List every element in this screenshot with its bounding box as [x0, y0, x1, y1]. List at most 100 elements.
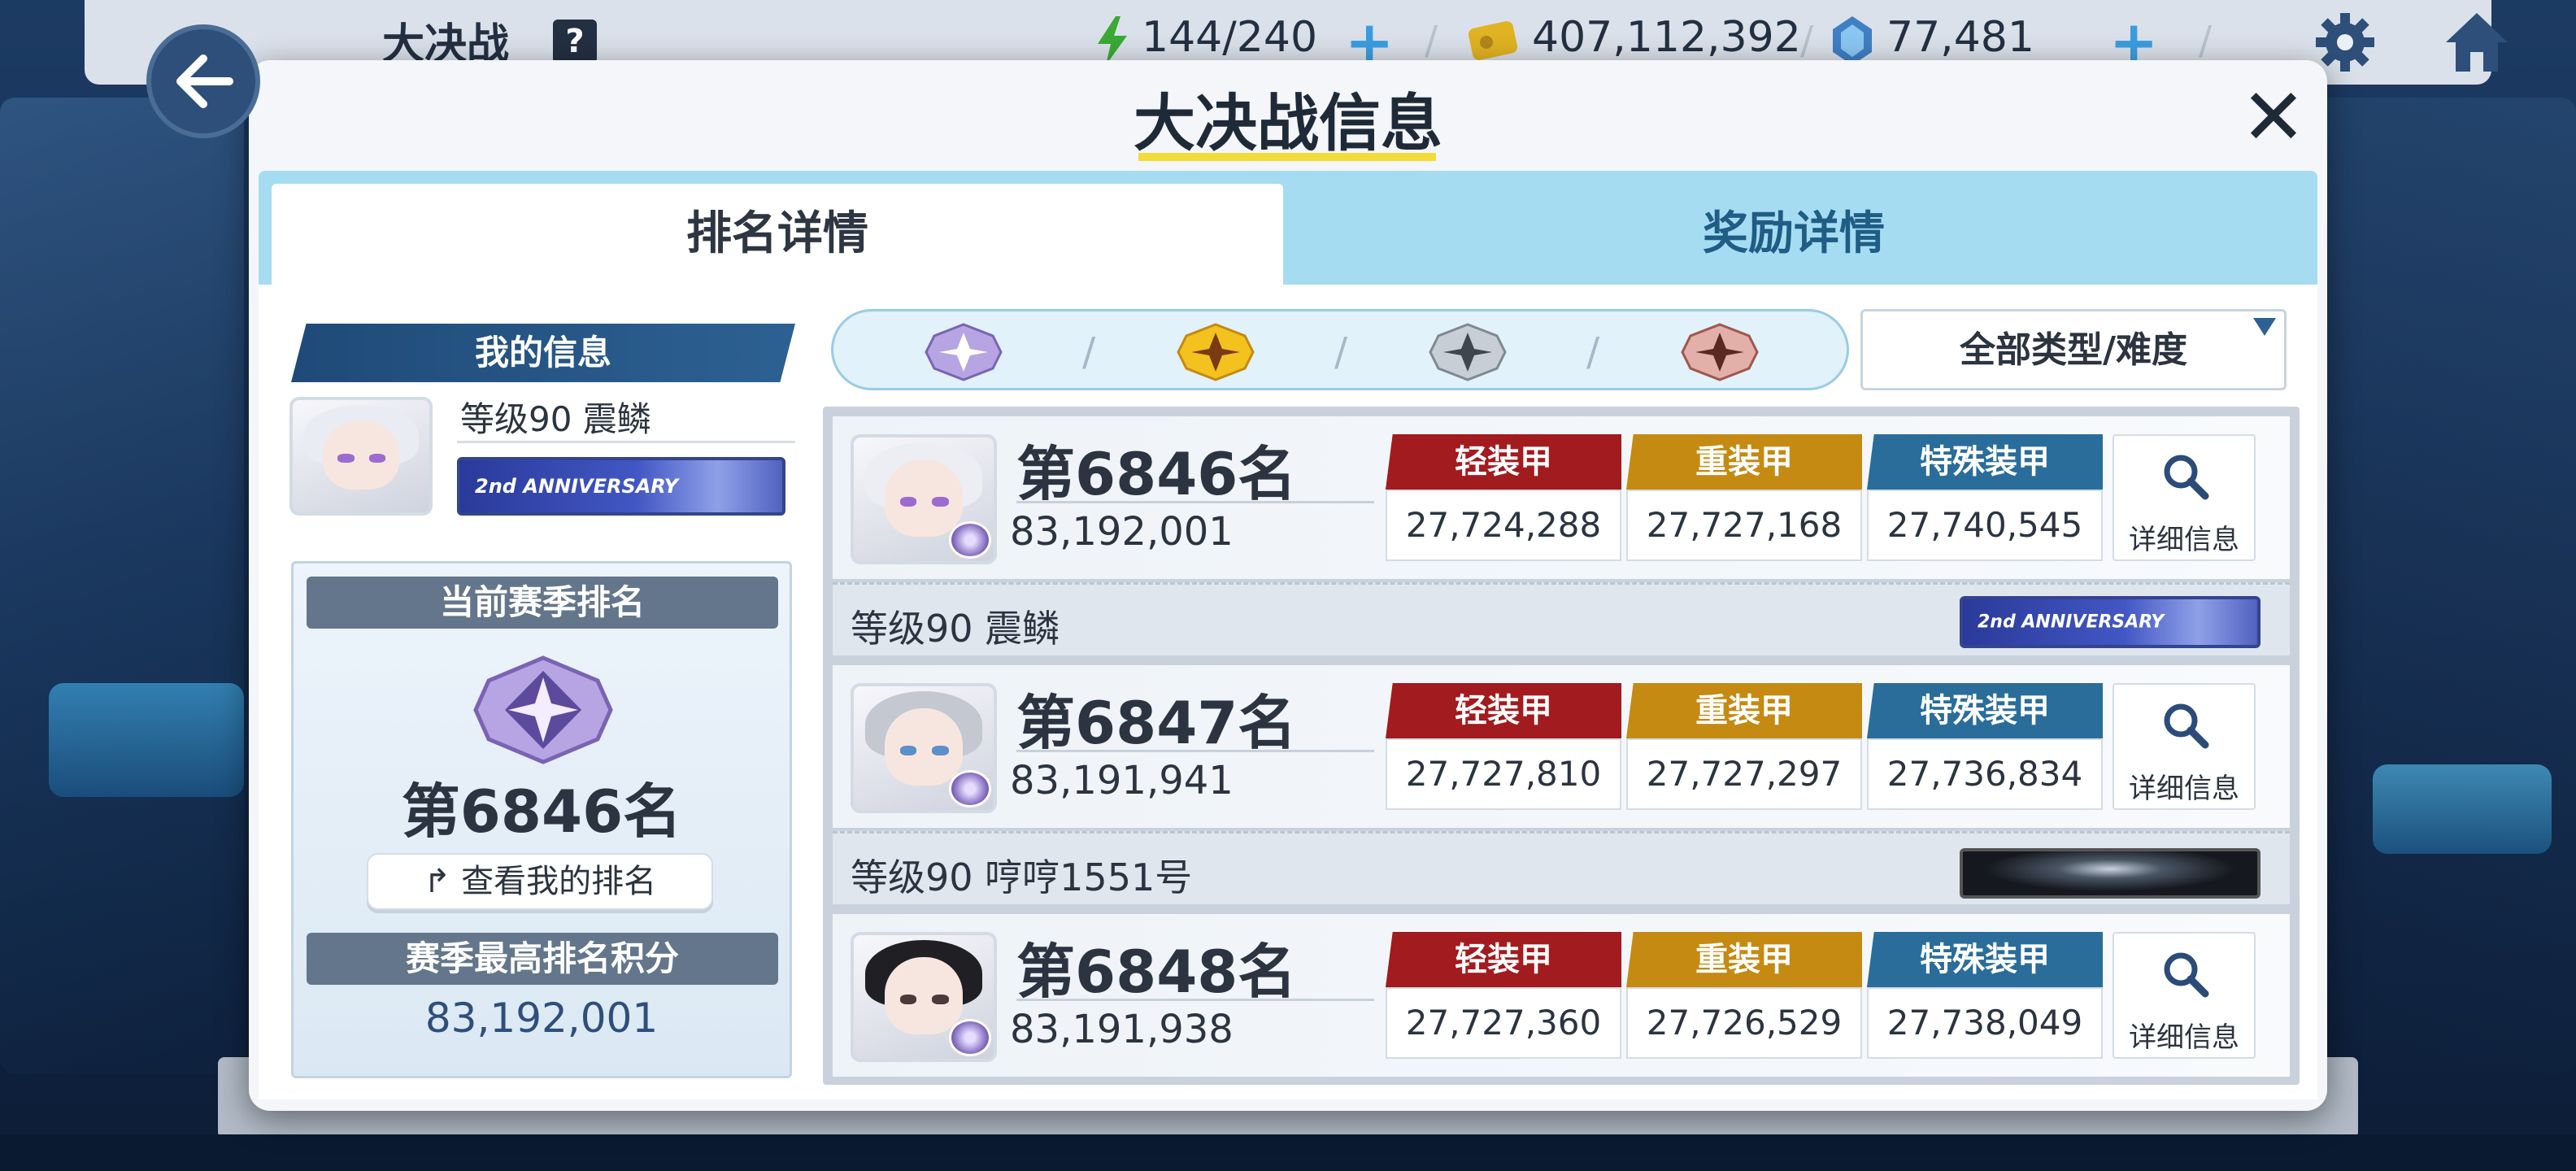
- view-my-rank-label: 查看我的排名: [461, 863, 657, 900]
- entry-footer: 等级90 震鳞 2nd ANNIVERSARY: [833, 582, 2290, 655]
- rank-list[interactable]: 第6846名 83,192,001 轻装甲 27,724,288 重装甲 27,…: [823, 407, 2300, 1085]
- armor-value: 27,736,834: [1867, 738, 2103, 810]
- entry-level-name: 等级90 哼哼1551号: [851, 855, 1193, 899]
- entry-score: 83,192,001: [1010, 509, 1234, 555]
- my-avatar: [289, 397, 433, 516]
- close-icon[interactable]: ✕: [2233, 78, 2314, 159]
- share-arrow-icon: ↱: [423, 863, 462, 900]
- gem-icon: [1833, 16, 1872, 65]
- season-rank-header: 当前赛季排名: [307, 577, 778, 629]
- armor-label: 特殊装甲: [1867, 434, 2103, 490]
- dropdown-arrow-icon: [2253, 318, 2276, 336]
- armor-value: 27,727,810: [1386, 738, 1621, 810]
- help-icon[interactable]: ?: [553, 20, 597, 63]
- armor-label: 轻装甲: [1386, 434, 1621, 490]
- purple-emblem-icon: [473, 655, 613, 764]
- modal-title: 大决战信息: [1134, 87, 1442, 159]
- search-icon: [2164, 455, 2209, 500]
- armor-value: 27,740,545: [1867, 490, 2103, 561]
- heavy-armor-cell: 重装甲 27,727,168: [1626, 434, 1862, 561]
- type-difficulty-select[interactable]: 全部类型/难度: [1860, 309, 2287, 390]
- armor-value: 27,724,288: [1386, 490, 1621, 561]
- divider: [1016, 501, 1374, 503]
- type-select-label: 全部类型/难度: [1959, 329, 2188, 371]
- light-armor-cell: 轻装甲 27,727,360: [1386, 932, 1621, 1059]
- gem-value: 77,481: [1886, 13, 2034, 62]
- detail-info-button[interactable]: 详细信息: [2113, 434, 2256, 561]
- rank-badge-icon: [948, 770, 991, 808]
- detail-info-label: 详细信息: [2129, 773, 2239, 805]
- entry-score: 83,191,938: [1010, 1007, 1234, 1052]
- entry-main: 第6847名 83,191,941 轻装甲 27,727,810 重装甲 27,…: [833, 665, 2290, 828]
- player-avatar: [851, 932, 997, 1062]
- silver-emblem-icon[interactable]: [1427, 321, 1508, 383]
- divider: [1016, 999, 1374, 1001]
- gold-emblem-icon[interactable]: [1175, 321, 1256, 383]
- entry-level-name: 等级90 震鳞: [851, 607, 1060, 651]
- bronze-emblem-icon[interactable]: [1679, 321, 1760, 383]
- banner-text: 2nd ANNIVERSARY: [475, 475, 678, 498]
- entry-footer: 等级90 哼哼1551号: [833, 831, 2290, 904]
- special-armor-cell: 特殊装甲 27,736,834: [1867, 683, 2103, 810]
- rank-badge-icon: [948, 521, 991, 559]
- detail-info-label: 详细信息: [2129, 524, 2239, 556]
- player-avatar: [851, 434, 997, 564]
- credit-icon: [1468, 21, 1518, 60]
- special-armor-cell: 特殊装甲 27,740,545: [1867, 434, 2103, 561]
- bg-left-console: [0, 98, 244, 1073]
- detail-info-button[interactable]: 详细信息: [2113, 932, 2256, 1059]
- filter-separator: /: [1082, 329, 1096, 375]
- divider: [457, 441, 795, 443]
- armor-value: 27,726,529: [1626, 987, 1862, 1059]
- view-my-rank-button[interactable]: ↱ 查看我的排名: [367, 853, 713, 910]
- filter-separator: /: [1586, 329, 1600, 375]
- gear-icon[interactable]: [2313, 10, 2378, 75]
- back-arrow-icon: [176, 54, 233, 108]
- armor-value: 27,727,168: [1626, 490, 1862, 561]
- armor-label: 轻装甲: [1386, 683, 1621, 738]
- bg-right-console: [2316, 98, 2576, 1073]
- player-avatar: [851, 683, 997, 813]
- armor-label: 特殊装甲: [1867, 683, 2103, 738]
- title-underline: [1138, 153, 1436, 161]
- armor-value: 27,727,297: [1626, 738, 1862, 810]
- entry-main: 第6846名 83,192,001 轻装甲 27,724,288 重装甲 27,…: [833, 416, 2290, 579]
- my-level-name: 等级90 震鳞: [460, 399, 651, 439]
- separator: /: [1425, 18, 1438, 63]
- home-icon[interactable]: [2443, 8, 2511, 76]
- detail-info-label: 详细信息: [2129, 1021, 2239, 1054]
- battle-info-modal: 大决战信息 ✕ 排名详情 奖励详情 我的信息 等级90 震鳞 2nd ANNIV…: [249, 60, 2327, 1111]
- best-score-header: 赛季最高排名积分: [307, 933, 778, 985]
- armor-value: 27,727,360: [1386, 987, 1621, 1059]
- entry-rank: 第6848名: [1016, 938, 1297, 1006]
- entry-main: 第6848名 83,191,938 轻装甲 27,727,360 重装甲 27,…: [833, 914, 2290, 1077]
- entry-rank: 第6846名: [1016, 440, 1297, 508]
- stamina-icon: [1098, 16, 1127, 65]
- search-icon: [2164, 703, 2209, 749]
- armor-label: 重装甲: [1626, 683, 1862, 738]
- purple-emblem-icon[interactable]: [923, 321, 1004, 383]
- armor-label: 特殊装甲: [1867, 932, 2103, 987]
- anniversary-banner: 2nd ANNIVERSARY: [457, 457, 785, 516]
- stamina-value: 144/240: [1142, 13, 1318, 62]
- heavy-armor-cell: 重装甲 27,727,297: [1626, 683, 1862, 810]
- credit-value: 407,112,392: [1532, 13, 1801, 62]
- search-icon: [2164, 952, 2209, 998]
- detail-info-button[interactable]: 详细信息: [2113, 683, 2256, 810]
- tab-reward-details[interactable]: 奖励详情: [1283, 184, 2304, 285]
- entry-score: 83,191,941: [1010, 758, 1234, 803]
- season-rank-value: 第6846名: [401, 777, 682, 846]
- divider: [1016, 750, 1374, 752]
- armor-label: 轻装甲: [1386, 932, 1621, 987]
- dark-title-banner: [1960, 848, 2261, 899]
- heavy-armor-cell: 重装甲 27,726,529: [1626, 932, 1862, 1059]
- tab-ranking-details[interactable]: 排名详情: [272, 184, 1283, 285]
- back-button[interactable]: [146, 24, 260, 138]
- season-rank-box: 当前赛季排名 第6846名 ↱ 查看我的排名 赛季最高排名积分 83,192,0…: [291, 561, 792, 1078]
- armor-value: 27,738,049: [1867, 987, 2103, 1059]
- bg-right-screen: [2373, 764, 2552, 854]
- light-armor-cell: 轻装甲 27,727,810: [1386, 683, 1621, 810]
- bg-dark-strip: [0, 1134, 2576, 1171]
- bg-left-screen: [49, 683, 244, 797]
- armor-label: 重装甲: [1626, 932, 1862, 987]
